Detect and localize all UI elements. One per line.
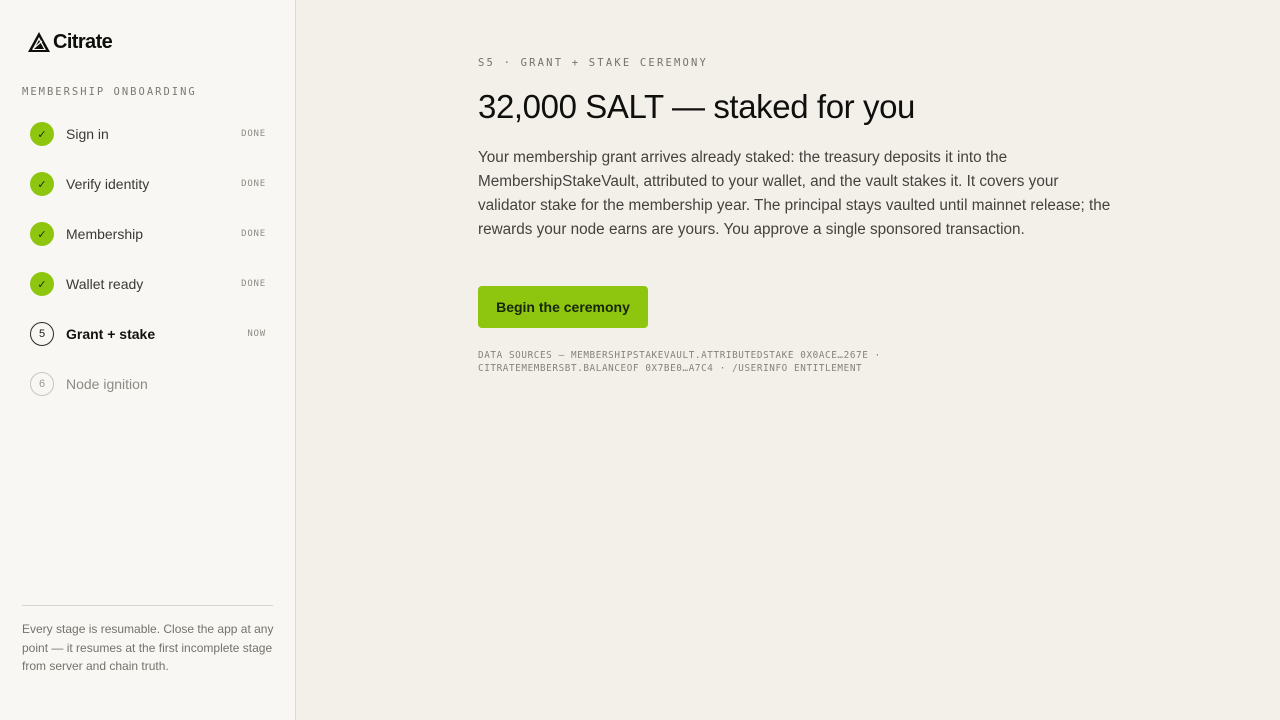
check-icon: ✓ [30,222,54,246]
step-status: DONE [241,179,266,189]
step-label: Grant + stake [66,326,156,342]
brand-name: Citrate [53,30,113,53]
check-icon: ✓ [30,272,54,296]
step-node-ignition: 6 Node ignition [30,359,266,409]
stage-eyebrow: S5 · GRANT + STAKE CEREMONY [478,57,709,69]
stage-description: Your membership grant arrives already st… [478,149,1111,238]
page-title: 32,000 SALT — staked for you [478,88,916,125]
step-status: DONE [241,279,266,289]
step-label: Node ignition [66,376,148,392]
step-status: DONE [241,129,266,139]
step-grant-stake[interactable]: 5 Grant + stake NOW [30,309,266,359]
resumable-note: Every stage is resumable. Close the app … [22,622,274,673]
step-wallet-ready[interactable]: ✓ Wallet ready DONE [30,259,266,309]
triangle-mark-icon [27,31,51,53]
step-label: Membership [66,226,144,242]
onboarding-steps: ✓ Sign in DONE ✓ Verify identity DONE ✓ … [30,109,266,409]
brand-logo[interactable]: Citrate [27,30,113,54]
step-status: NOW [247,329,266,339]
step-sign-in[interactable]: ✓ Sign in DONE [30,109,266,159]
check-icon: ✓ [30,172,54,196]
step-number: 6 [30,372,54,396]
sidebar: Citrate MEMBERSHIP ONBOARDING ✓ Sign in … [0,0,296,720]
step-label: Sign in [66,126,109,142]
data-sources: Data sources — MembershipStakeVault.attr… [478,350,881,374]
check-icon: ✓ [30,122,54,146]
step-verify-identity[interactable]: ✓ Verify identity DONE [30,159,266,209]
step-status: DONE [241,229,266,239]
step-membership[interactable]: ✓ Membership DONE [30,209,266,259]
section-label: MEMBERSHIP ONBOARDING [22,86,197,98]
begin-ceremony-button[interactable]: Begin the ceremony [478,286,648,328]
step-label: Verify identity [66,176,150,192]
step-number: 5 [30,322,54,346]
sidebar-divider [22,605,273,606]
step-label: Wallet ready [66,276,144,292]
